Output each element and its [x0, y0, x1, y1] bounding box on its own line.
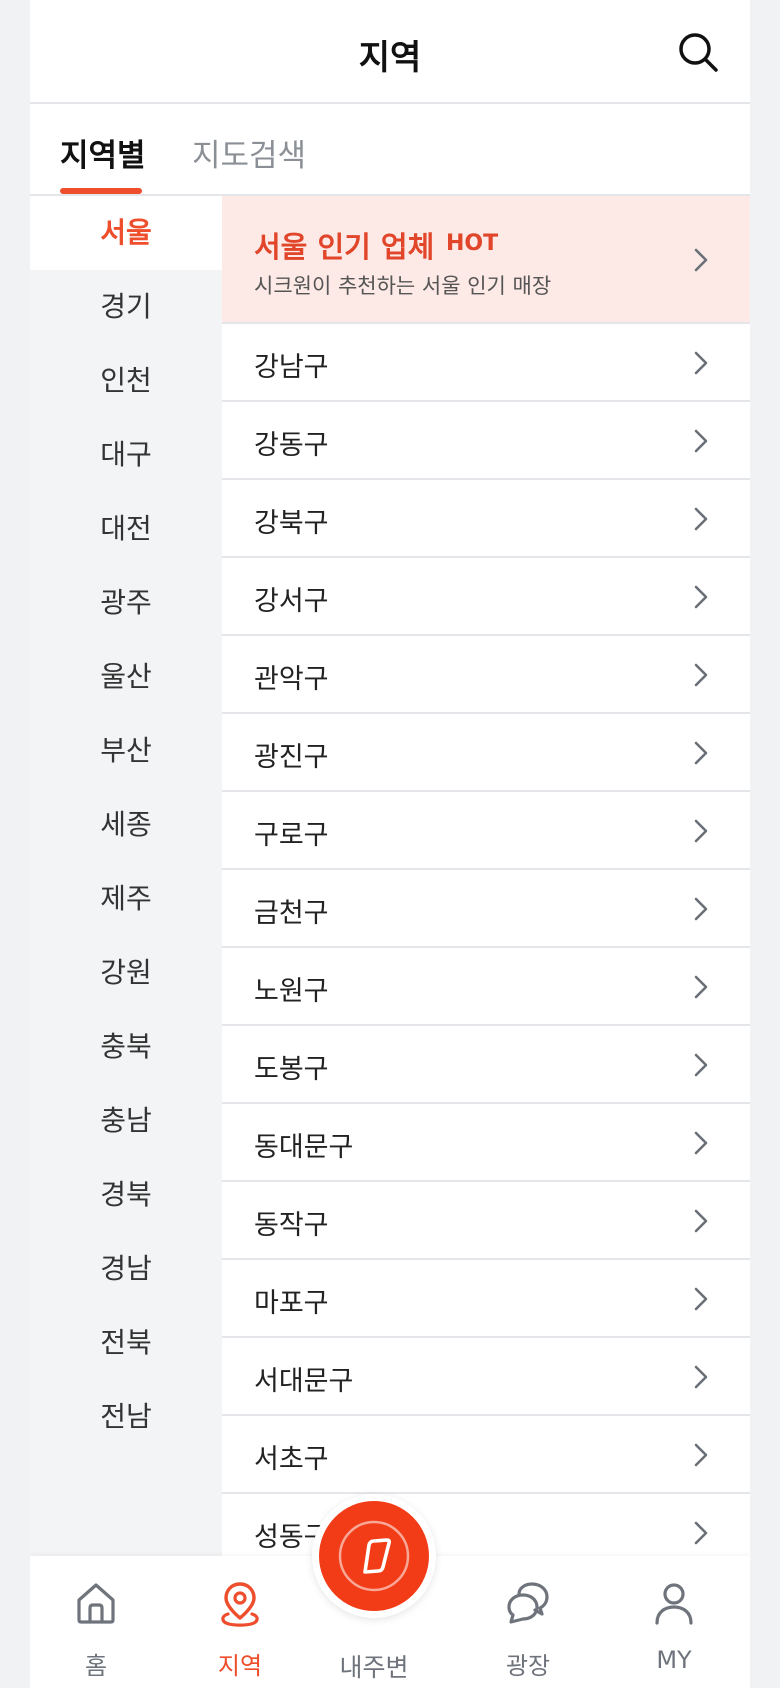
district-row[interactable]: 광진구 — [222, 714, 750, 792]
district-label: 노원구 — [254, 976, 329, 1007]
region-item[interactable]: 경기 — [30, 270, 222, 344]
chevron-right-icon — [694, 351, 708, 375]
district-label: 도봉구 — [254, 1054, 329, 1085]
district-label: 동작구 — [254, 1210, 329, 1241]
region-item[interactable]: 전북 — [30, 1306, 222, 1380]
hot-badge: HOT — [446, 231, 499, 256]
district-row[interactable]: 노원구 — [222, 948, 750, 1026]
chat-bubble-icon — [507, 1582, 549, 1624]
chevron-right-icon — [694, 1521, 708, 1545]
nearby-fab[interactable] — [312, 1494, 436, 1618]
active-tab-indicator — [60, 188, 142, 194]
chevron-right-icon — [694, 819, 708, 843]
page-title: 지역 — [358, 38, 422, 78]
district-row[interactable]: 동대문구 — [222, 1104, 750, 1182]
region-item[interactable]: 서울 — [30, 196, 222, 270]
district-label: 강동구 — [254, 430, 329, 461]
nav-home-label: 홈 — [84, 1652, 108, 1680]
region-item[interactable]: 경북 — [30, 1158, 222, 1232]
header: 지역 — [30, 0, 750, 104]
district-label: 마포구 — [254, 1288, 329, 1319]
hot-title: 서울 인기 업체 — [254, 230, 435, 264]
district-label: 동대문구 — [254, 1132, 354, 1163]
district-row[interactable]: 동작구 — [222, 1182, 750, 1260]
district-label: 구로구 — [254, 820, 329, 851]
chevron-right-icon — [694, 1053, 708, 1077]
app-root: 지역 지역별 지도검색 서울 경기 인천 대구 대전 광주 울산 부산 세종 제주 강원 충북 충남 경북… — [30, 0, 750, 1688]
chevron-right-icon — [694, 1443, 708, 1467]
chevron-right-icon — [694, 741, 708, 765]
district-row[interactable]: 강북구 — [222, 480, 750, 558]
district-label: 금천구 — [254, 898, 329, 929]
chevron-right-icon — [694, 1365, 708, 1389]
search-icon[interactable] — [676, 30, 720, 74]
region-item[interactable]: 경남 — [30, 1232, 222, 1306]
district-row[interactable]: 강남구 — [222, 324, 750, 402]
home-icon — [77, 1583, 115, 1624]
nav-nearby-label: 내주변 — [339, 1653, 409, 1682]
region-item[interactable]: 대구 — [30, 418, 222, 492]
region-item[interactable]: 대전 — [30, 492, 222, 566]
chevron-right-icon — [694, 507, 708, 531]
district-label: 관악구 — [254, 664, 329, 695]
tab-by-region[interactable]: 지역별 — [60, 130, 146, 196]
district-list: 서울 인기 업체 HOT 시크원이 추천하는 서울 인기 매장 강남구강동구강북… — [222, 196, 750, 1572]
region-item[interactable]: 세종 — [30, 788, 222, 862]
district-row[interactable]: 서대문구 — [222, 1338, 750, 1416]
district-row[interactable]: 강동구 — [222, 402, 750, 480]
nearby-fab-inner — [319, 1501, 429, 1611]
region-item[interactable]: 전남 — [30, 1380, 222, 1454]
district-label: 서대문구 — [254, 1366, 354, 1397]
nav-region-label: 지역 — [217, 1652, 263, 1680]
region-item[interactable]: 강원 — [30, 936, 222, 1010]
region-item[interactable]: 부산 — [30, 714, 222, 788]
district-row[interactable]: 관악구 — [222, 636, 750, 714]
tab-map-search[interactable]: 지도검색 — [192, 130, 306, 196]
chevron-right-icon — [694, 663, 708, 687]
chevron-right-icon — [694, 897, 708, 921]
chevron-right-icon — [694, 1131, 708, 1155]
district-row[interactable]: 구로구 — [222, 792, 750, 870]
district-row[interactable]: 금천구 — [222, 870, 750, 948]
nav-region[interactable]: 지역 — [190, 1556, 290, 1688]
region-sidebar: 서울 경기 인천 대구 대전 광주 울산 부산 세종 제주 강원 충북 충남 경북 경남 전북 전남 — [30, 196, 222, 1556]
district-label: 강서구 — [254, 586, 329, 617]
district-rows: 강남구강동구강북구강서구관악구광진구구로구금천구노원구도봉구동대문구동작구마포구… — [222, 324, 750, 1572]
district-row[interactable]: 강서구 — [222, 558, 750, 636]
nav-home[interactable]: 홈 — [46, 1556, 146, 1688]
tab-bar: 지역별 지도검색 — [30, 104, 750, 196]
district-label: 강남구 — [254, 352, 329, 383]
chevron-right-icon — [694, 975, 708, 999]
district-label: 광진구 — [254, 742, 329, 773]
region-item[interactable]: 인천 — [30, 344, 222, 418]
chevron-right-icon — [694, 585, 708, 609]
district-row[interactable]: 도봉구 — [222, 1026, 750, 1104]
nav-plaza[interactable]: 광장 — [478, 1556, 578, 1688]
district-label: 서초구 — [254, 1444, 329, 1475]
nav-my[interactable]: MY — [624, 1556, 724, 1688]
region-item[interactable]: 충남 — [30, 1084, 222, 1158]
chevron-right-icon — [694, 429, 708, 453]
region-item[interactable]: 울산 — [30, 640, 222, 714]
user-icon — [655, 1583, 693, 1625]
district-row[interactable]: 서초구 — [222, 1416, 750, 1494]
region-item[interactable]: 제주 — [30, 862, 222, 936]
hot-subtitle: 시크원이 추천하는 서울 인기 매장 — [254, 274, 552, 298]
nav-plaza-label: 광장 — [505, 1652, 551, 1680]
region-item[interactable]: 광주 — [30, 566, 222, 640]
nav-my-label: MY — [656, 1646, 692, 1674]
location-pin-icon — [221, 1582, 259, 1627]
chevron-right-icon — [694, 1209, 708, 1233]
compass-icon — [338, 1520, 410, 1592]
hot-banner[interactable]: 서울 인기 업체 HOT 시크원이 추천하는 서울 인기 매장 — [222, 196, 750, 324]
district-row[interactable]: 마포구 — [222, 1260, 750, 1338]
chevron-right-icon — [694, 1287, 708, 1311]
chevron-right-icon — [694, 248, 708, 272]
region-item[interactable]: 충북 — [30, 1010, 222, 1084]
district-label: 강북구 — [254, 508, 329, 539]
